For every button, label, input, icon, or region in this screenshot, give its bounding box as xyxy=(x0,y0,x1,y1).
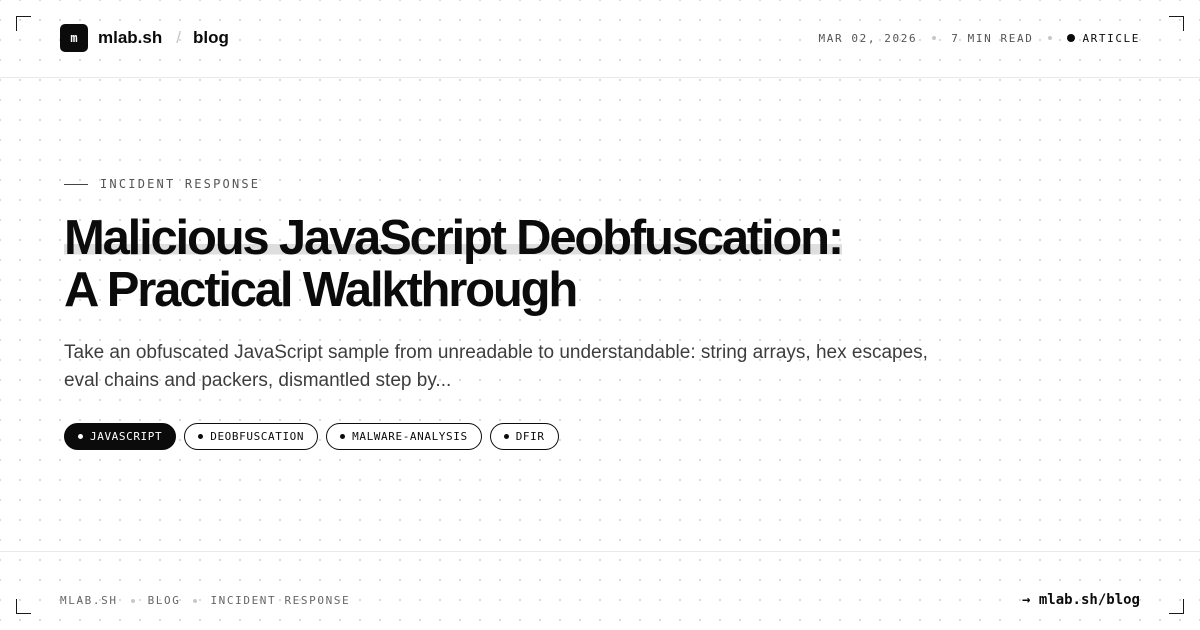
tag-dot-icon xyxy=(340,434,346,439)
tag-label: MALWARE-ANALYSIS xyxy=(352,430,468,443)
article-type-dot-icon xyxy=(1067,34,1076,42)
site-footer: MLAB.SH BLOG INCIDENT RESPONSE → mlab.sh… xyxy=(0,551,1200,630)
breadcrumb-item-site[interactable]: MLAB.SH xyxy=(60,594,118,607)
site-header: m mlab.sh / blog MAR 02, 2026 7 MIN READ… xyxy=(0,0,1200,78)
tag-deobfuscation[interactable]: DEOBFUSCATION xyxy=(184,423,319,450)
tag-javascript[interactable]: JAVASCRIPT xyxy=(64,423,177,450)
breadcrumb-item-category[interactable]: INCIDENT RESPONSE xyxy=(210,594,350,607)
brand-section-link[interactable]: blog xyxy=(193,28,229,48)
publish-date: MAR 02, 2026 xyxy=(818,31,918,45)
article-summary: Take an obfuscated JavaScript sample fro… xyxy=(64,342,928,391)
read-time: 7 MIN READ xyxy=(951,31,1034,45)
logo-icon[interactable]: m xyxy=(60,24,88,52)
eyebrow-rule xyxy=(64,183,88,185)
tag-label: JAVASCRIPT xyxy=(90,430,163,443)
brand-name[interactable]: mlab.sh xyxy=(98,28,162,48)
breadcrumb-separator-dot xyxy=(193,598,198,603)
article-meta: MAR 02, 2026 7 MIN READ ARTICLE xyxy=(819,30,1140,46)
breadcrumb-item-blog[interactable]: BLOG xyxy=(148,594,181,607)
article-type: ARTICLE xyxy=(1082,31,1140,45)
tag-label: DFIR xyxy=(515,430,545,443)
title-line-1: Malicious JavaScript Deobfuscation: xyxy=(64,211,844,265)
tag-list: JAVASCRIPT DEOBFUSCATION MALWARE-ANALYSI… xyxy=(64,423,559,450)
category-eyebrow: INCIDENT RESPONSE xyxy=(64,177,260,191)
breadcrumb: MLAB.SH BLOG INCIDENT RESPONSE xyxy=(60,594,350,607)
tag-malware-analysis[interactable]: MALWARE-ANALYSIS xyxy=(326,423,482,450)
article-title: Malicious JavaScript Deobfuscation: A Pr… xyxy=(64,212,1064,316)
brand[interactable]: m mlab.sh / blog xyxy=(60,24,229,52)
tag-dfir[interactable]: DFIR xyxy=(489,423,559,450)
tag-dot-icon xyxy=(503,434,509,439)
breadcrumb-separator-dot xyxy=(130,598,135,603)
blog-link[interactable]: → mlab.sh/blog xyxy=(1022,592,1140,608)
meta-separator-dot xyxy=(932,36,937,40)
title-line-2: A Practical Walkthrough xyxy=(64,263,578,317)
category-label: INCIDENT RESPONSE xyxy=(100,177,261,191)
tag-label: DEOBFUSCATION xyxy=(210,430,305,443)
tag-dot-icon xyxy=(78,434,83,439)
meta-separator-dot xyxy=(1048,36,1053,40)
brand-separator: / xyxy=(176,28,181,47)
tag-dot-icon xyxy=(198,434,204,439)
